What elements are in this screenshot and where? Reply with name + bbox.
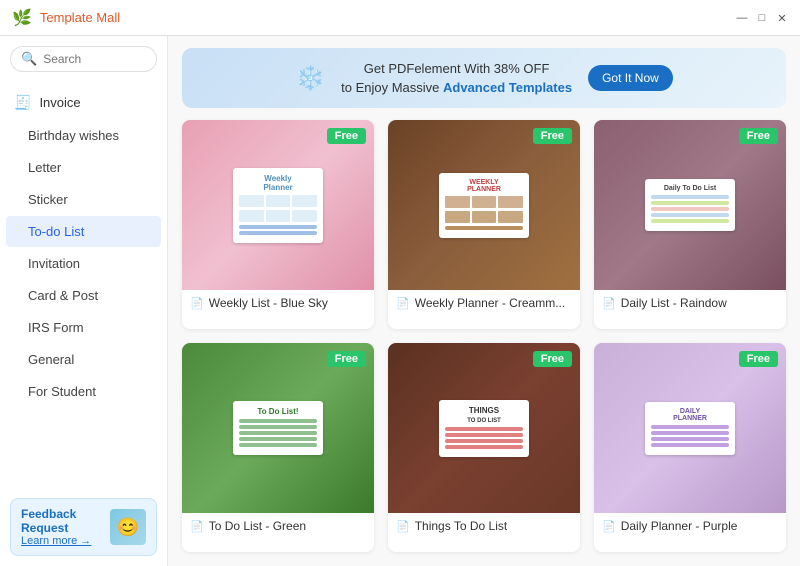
- content-area: ❄️ Get PDFelement With 38% OFF to Enjoy …: [168, 36, 800, 566]
- card-footer: 📄 Daily List - Raindow: [594, 290, 786, 316]
- sidebar: 🔍 🧾 Invoice Birthday wishes Letter Stick…: [0, 36, 168, 566]
- free-badge: Free: [327, 128, 366, 144]
- sidebar-nav: 🧾 Invoice Birthday wishes Letter Sticker…: [0, 82, 167, 488]
- sidebar-item-general[interactable]: General: [6, 344, 161, 375]
- feedback-box[interactable]: Feedback Request Learn more → 😊: [10, 498, 157, 556]
- card-image: Free To Do List!: [182, 343, 374, 513]
- app-title: Template Mall: [40, 10, 120, 25]
- card-image: Free WeeklyPlanner: [182, 120, 374, 290]
- banner-cta-button[interactable]: Got It Now: [588, 65, 673, 91]
- banner-text: Get PDFelement With 38% OFF to Enjoy Mas…: [341, 59, 572, 98]
- sidebar-item-card[interactable]: Card & Post: [6, 280, 161, 311]
- search-input[interactable]: [43, 52, 146, 66]
- free-badge: Free: [533, 351, 572, 367]
- sidebar-item-invitation[interactable]: Invitation: [6, 248, 161, 279]
- sidebar-item-student[interactable]: For Student: [6, 376, 161, 407]
- template-preview: WEEKLYPLANNER: [439, 173, 529, 238]
- card-footer: 📄 Weekly List - Blue Sky: [182, 290, 374, 316]
- card-title: To Do List - Green: [209, 519, 306, 533]
- template-preview: To Do List!: [233, 401, 323, 455]
- feedback-image: 😊: [110, 509, 146, 545]
- title-bar: 🌿 Template Mall — □ ✕: [0, 0, 800, 36]
- card-title: Daily Planner - Purple: [621, 519, 738, 533]
- feedback-title: Feedback Request: [21, 507, 104, 535]
- feedback-link[interactable]: Learn more →: [21, 535, 104, 547]
- file-icon: 📄: [396, 520, 410, 533]
- card-title: Daily List - Raindow: [621, 296, 727, 310]
- window-controls: — □ ✕: [736, 12, 788, 24]
- file-icon: 📄: [190, 520, 204, 533]
- file-icon: 📄: [190, 297, 204, 310]
- template-card[interactable]: Free DAILYPLANNER 📄 Daily Planner - Purp…: [594, 343, 786, 552]
- banner-decoration: ❄️: [295, 64, 325, 93]
- search-box[interactable]: 🔍: [10, 46, 157, 72]
- sidebar-item-irs[interactable]: IRS Form: [6, 312, 161, 343]
- template-card[interactable]: Free WEEKLYPLANNER 📄 Weekly Planner - Cr…: [388, 120, 580, 329]
- card-title: Weekly List - Blue Sky: [209, 296, 328, 310]
- app-icon: 🌿: [12, 8, 32, 28]
- sidebar-item-label: Invoice: [39, 95, 80, 110]
- template-card[interactable]: Free WeeklyPlanner 📄 Weekly List - Blue …: [182, 120, 374, 329]
- sidebar-item-letter[interactable]: Letter: [6, 152, 161, 183]
- card-footer: 📄 Weekly Planner - Creamm...: [388, 290, 580, 316]
- card-footer: 📄 Daily Planner - Purple: [594, 513, 786, 539]
- free-badge: Free: [739, 351, 778, 367]
- card-image: Free Daily To Do List: [594, 120, 786, 290]
- template-card[interactable]: Free Daily To Do List 📄 Daily List - Rai…: [594, 120, 786, 329]
- template-card[interactable]: Free To Do List! 📄 To Do List - Green: [182, 343, 374, 552]
- sidebar-item-invoice[interactable]: 🧾 Invoice: [0, 86, 167, 119]
- card-title: Weekly Planner - Creamm...: [415, 296, 566, 310]
- maximize-button[interactable]: □: [756, 12, 768, 24]
- sidebar-item-sticker[interactable]: Sticker: [6, 184, 161, 215]
- card-title: Things To Do List: [415, 519, 508, 533]
- search-icon: 🔍: [21, 51, 37, 67]
- template-preview: THINGSTO DO LIST: [439, 400, 529, 457]
- file-icon: 📄: [602, 297, 616, 310]
- free-badge: Free: [533, 128, 572, 144]
- card-image: Free WEEKLYPLANNER: [388, 120, 580, 290]
- template-preview: WeeklyPlanner: [233, 168, 323, 243]
- card-image: Free THINGSTO DO LIST: [388, 343, 580, 513]
- template-preview: Daily To Do List: [645, 179, 735, 231]
- card-footer: 📄 To Do List - Green: [182, 513, 374, 539]
- sidebar-item-todo[interactable]: To-do List: [6, 216, 161, 247]
- file-icon: 📄: [602, 520, 616, 533]
- template-preview: DAILYPLANNER: [645, 402, 735, 455]
- minimize-button[interactable]: —: [736, 12, 748, 24]
- template-grid: Free WeeklyPlanner 📄 Weekly List - Blue …: [168, 116, 800, 566]
- template-card[interactable]: Free THINGSTO DO LIST 📄 Things To Do Lis…: [388, 343, 580, 552]
- sidebar-item-birthday[interactable]: Birthday wishes: [6, 120, 161, 151]
- card-footer: 📄 Things To Do List: [388, 513, 580, 539]
- file-icon: 📄: [396, 297, 410, 310]
- free-badge: Free: [327, 351, 366, 367]
- free-badge: Free: [739, 128, 778, 144]
- promo-banner: ❄️ Get PDFelement With 38% OFF to Enjoy …: [182, 48, 786, 108]
- card-image: Free DAILYPLANNER: [594, 343, 786, 513]
- invoice-icon: 🧾: [14, 94, 31, 111]
- close-button[interactable]: ✕: [776, 12, 788, 24]
